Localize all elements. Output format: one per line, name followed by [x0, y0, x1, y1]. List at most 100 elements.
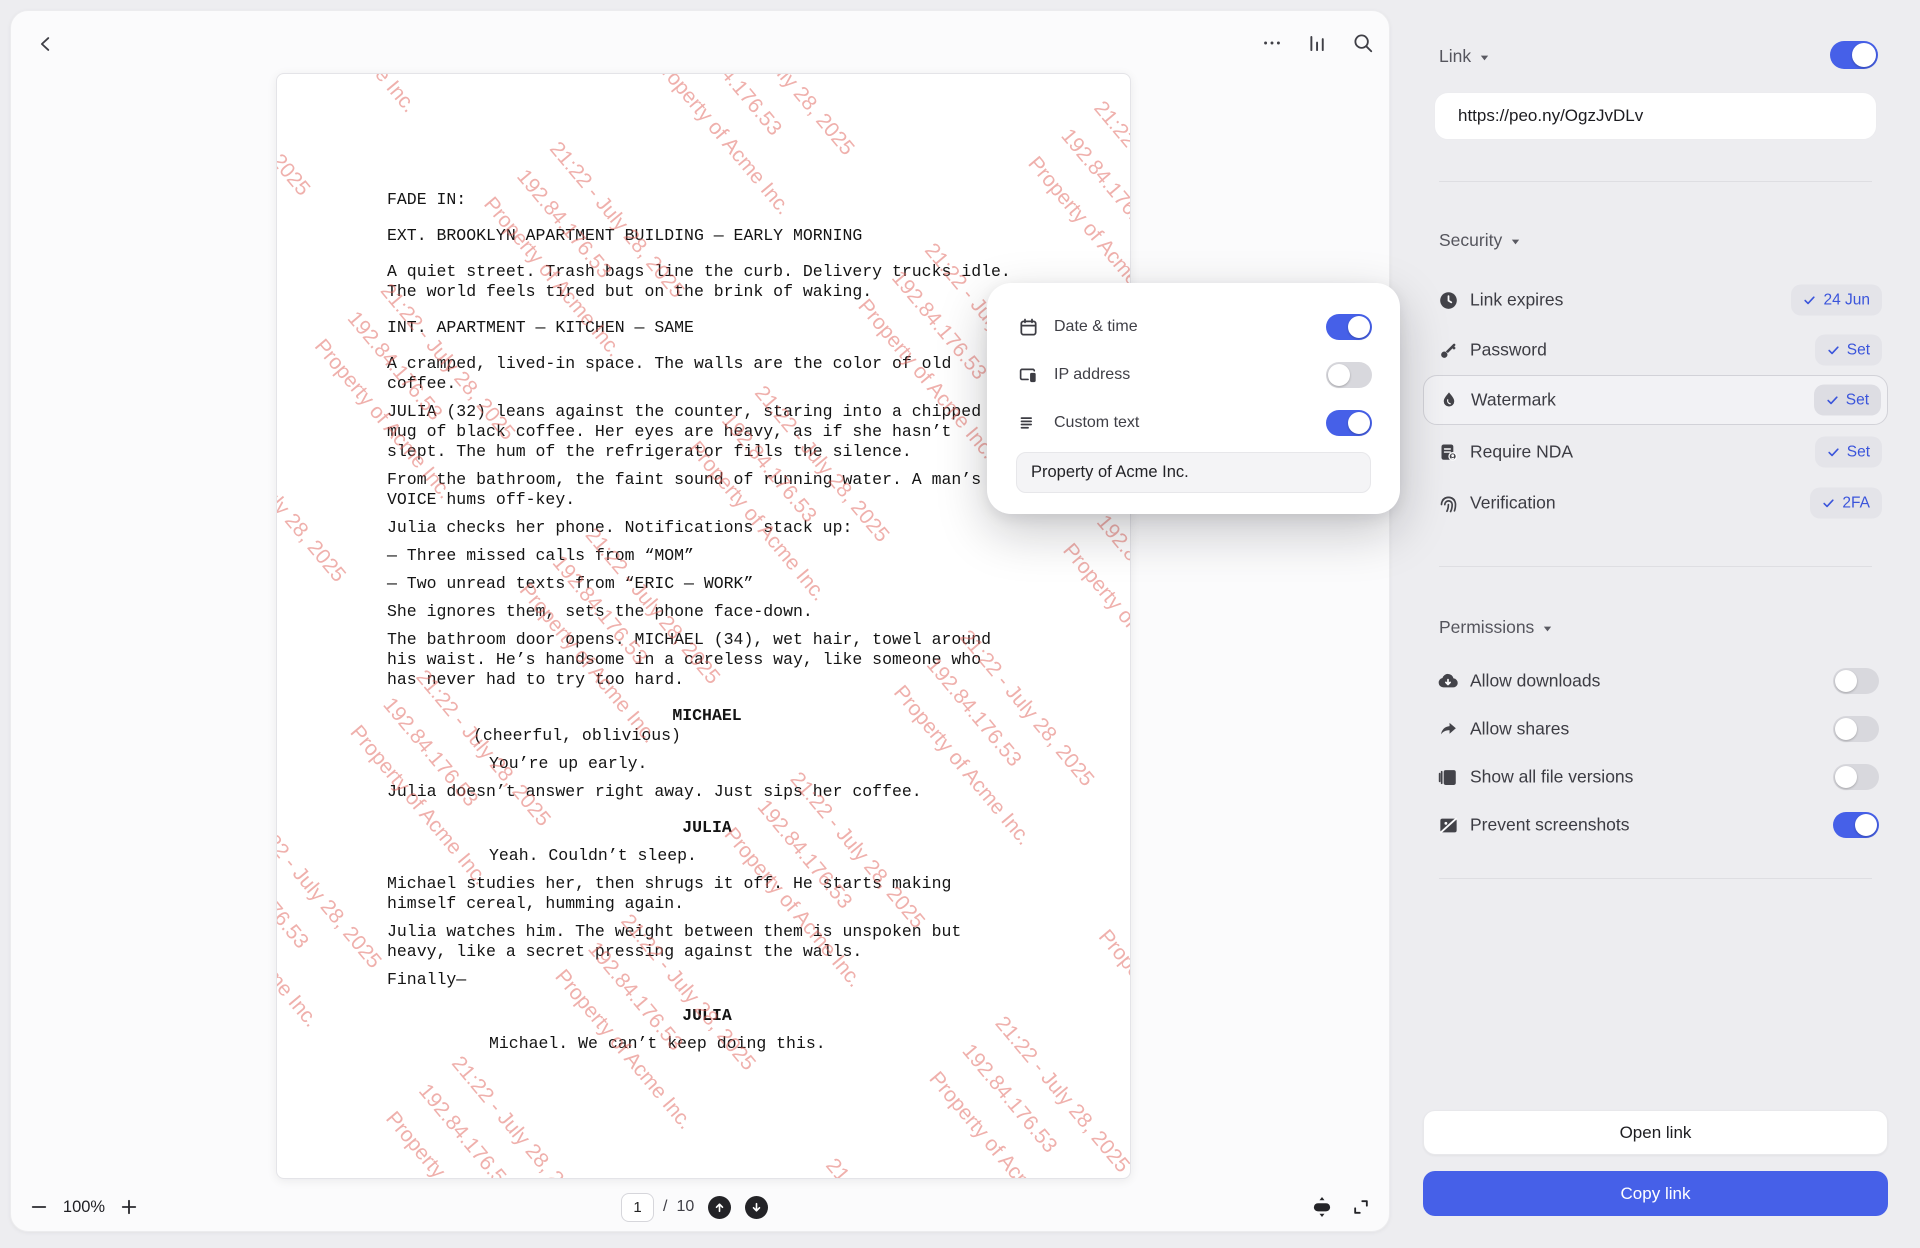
screenplay-dialogue: Yeah. Couldn’t sleep. [489, 846, 1055, 866]
screenplay-action: From the bathroom, the faint sound of ru… [387, 470, 1055, 510]
back-button[interactable] [29, 27, 63, 61]
permission-row-allow-shares: Allow shares [1423, 707, 1888, 751]
status-badge: 24 Jun [1791, 285, 1882, 316]
check-icon [1827, 344, 1840, 357]
row-label: Custom text [1054, 414, 1139, 432]
security-row-link-expires[interactable]: Link expires 24 Jun [1423, 278, 1888, 322]
fingerprint-icon [1437, 492, 1459, 514]
divider [1439, 181, 1872, 182]
divider [1439, 566, 1872, 567]
status-badge: Set [1814, 385, 1881, 416]
badge-label: 2FA [1842, 494, 1870, 512]
row-label: Date & time [1054, 318, 1138, 336]
badge-label: 24 Jun [1823, 291, 1870, 309]
link-url-input[interactable] [1434, 92, 1877, 140]
previous-page-button[interactable] [708, 1196, 731, 1219]
fullscreen-icon [1351, 1197, 1371, 1217]
prevent-screenshots-toggle[interactable] [1833, 812, 1879, 838]
security-row-require-nda[interactable]: Require NDASet [1423, 430, 1888, 474]
download-cloud-icon [1437, 670, 1459, 692]
nda-icon [1437, 441, 1459, 463]
screenplay-action: The bathroom door opens. MICHAEL (34), w… [387, 630, 1055, 690]
caret-down-icon [1510, 236, 1521, 247]
status-badge: 2FA [1810, 488, 1882, 519]
show-all-file-versions-toggle[interactable] [1833, 764, 1879, 790]
watermark-option-row-date-time: Date & time [987, 307, 1400, 347]
ip-address-toggle[interactable] [1326, 362, 1372, 388]
screenplay-action: JULIA (32) leans against the counter, st… [387, 402, 1055, 462]
allow-downloads-toggle[interactable] [1833, 668, 1879, 694]
scroll-mode-button[interactable] [1309, 1194, 1335, 1220]
screenplay-action: A cramped, lived-in space. The walls are… [387, 354, 1055, 394]
row-label: Verification [1470, 493, 1556, 514]
more-options-button[interactable] [1255, 26, 1289, 60]
check-icon [1826, 394, 1839, 407]
watermark-tile: 21:22 - July 28, 2025192.84.176.53Proper… [811, 74, 1039, 83]
screenplay-dialogue: You’re up early. [489, 754, 1055, 774]
ip-address-icon [1017, 364, 1039, 386]
page-navigation: / 10 [621, 1190, 768, 1224]
zoom-in-button[interactable] [115, 1193, 143, 1221]
text-lines-icon [1017, 412, 1039, 434]
security-section-header[interactable]: Security [1439, 230, 1521, 251]
link-section-header[interactable]: Link [1439, 46, 1490, 67]
watermark-custom-text-input[interactable] [1016, 452, 1371, 493]
zoom-out-button[interactable] [25, 1193, 53, 1221]
page-separator: / [663, 1198, 667, 1216]
screenplay-scene: EXT. BROOKLYN APARTMENT BUILDING — EARLY… [387, 226, 1055, 246]
screenplay-action: Finally— [387, 970, 1055, 990]
permissions-section-header[interactable]: Permissions [1439, 617, 1553, 638]
custom-text-toggle[interactable] [1326, 410, 1372, 436]
check-icon [1803, 294, 1816, 307]
row-label: Link expires [1470, 290, 1563, 311]
document-viewer-card: FADE IN:EXT. BROOKLYN APARTMENT BUILDING… [10, 10, 1390, 1232]
security-row-watermark[interactable]: WatermarkSet [1423, 375, 1888, 425]
watermark-tile: 21:22 - July 28, 2025192.84.176.53Proper… [277, 74, 495, 124]
page-total: 10 [676, 1198, 694, 1216]
watermark-tile: 21:22 - July 28, 2025192.84.176.53Proper… [1087, 863, 1130, 1100]
screenplay-action: She ignores them, sets the phone face-do… [387, 602, 1055, 622]
badge-label: Set [1847, 341, 1870, 359]
row-label: Allow downloads [1470, 671, 1600, 692]
page-number-input[interactable] [621, 1193, 654, 1222]
caret-down-icon [1542, 623, 1553, 634]
arrow-up-icon [713, 1201, 726, 1214]
ellipsis-icon [1261, 32, 1283, 54]
analytics-button[interactable] [1300, 26, 1334, 60]
next-page-button[interactable] [745, 1196, 768, 1219]
screenplay-action: A quiet street. Trash bags line the curb… [387, 262, 1055, 302]
watermark-tile: 21:22 - July 28, 2025192.84.176.53Proper… [374, 1046, 602, 1178]
link-section-title: Link [1439, 46, 1471, 67]
security-row-verification[interactable]: Verification 2FA [1423, 481, 1888, 525]
open-link-button[interactable]: Open link [1423, 1110, 1888, 1155]
search-button[interactable] [1346, 26, 1380, 60]
fullscreen-button[interactable] [1351, 1197, 1371, 1217]
view-mode-controls [1309, 1189, 1371, 1225]
row-label: IP address [1054, 366, 1130, 384]
screenplay-action: Julia checks her phone. Notifications st… [387, 518, 1055, 538]
security-row-password[interactable]: PasswordSet [1423, 328, 1888, 372]
row-label: Prevent screenshots [1470, 815, 1630, 836]
allow-shares-toggle[interactable] [1833, 716, 1879, 742]
arrow-down-icon [750, 1201, 763, 1214]
screenplay-action: Julia doesn’t answer right away. Just si… [387, 782, 1055, 802]
badge-label: Set [1846, 391, 1869, 409]
screenplay-dialogue: Michael. We can’t keep doing this. [489, 1034, 1055, 1054]
search-icon [1352, 32, 1374, 54]
row-label: Allow shares [1470, 719, 1569, 740]
screenplay-paren: (cheerful, oblivious) [473, 726, 1055, 746]
watermark-tile: 21:22 - July 28, 2025192.84.176.53Proper… [277, 74, 326, 266]
caret-down-icon [1479, 52, 1490, 63]
calendar-icon [1017, 316, 1039, 338]
bar-chart-icon [1307, 33, 1328, 54]
watermark-option-row-ip-address: IP address [987, 355, 1400, 395]
date-time-toggle[interactable] [1326, 314, 1372, 340]
permissions-section-title: Permissions [1439, 617, 1534, 638]
zoom-level: 100% [53, 1198, 115, 1217]
plus-icon [119, 1197, 139, 1217]
watermark-tile: 21:22 - July 28, 2025192.84.176.53Proper… [277, 802, 397, 1039]
link-enabled-toggle[interactable] [1830, 41, 1878, 69]
screenplay-character: JULIA [647, 1006, 767, 1026]
row-label: Show all file versions [1470, 767, 1633, 788]
copy-link-button[interactable]: Copy link [1423, 1171, 1888, 1216]
